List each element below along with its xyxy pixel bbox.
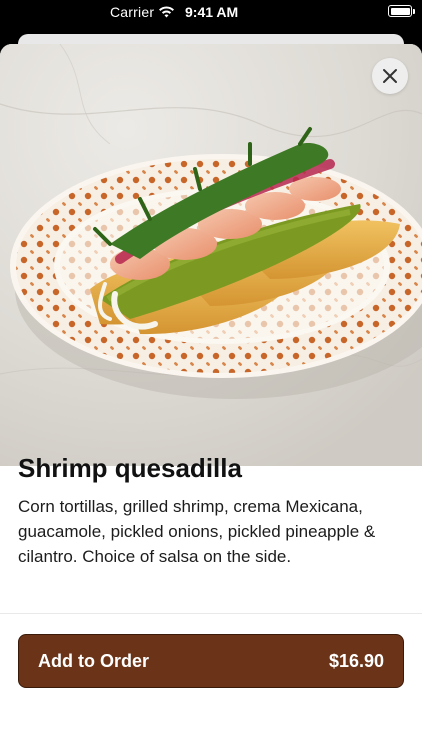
battery-icon xyxy=(388,5,412,17)
item-info: Shrimp quesadilla Corn tortillas, grille… xyxy=(18,452,404,569)
item-description: Corn tortillas, grilled shrimp, crema Me… xyxy=(18,497,376,566)
add-to-order-label: Add to Order xyxy=(38,650,149,671)
add-to-order-button[interactable]: Add to Order $16.90 xyxy=(18,634,404,688)
item-photo xyxy=(0,44,422,466)
item-price: $16.90 xyxy=(328,650,384,671)
wifi-icon xyxy=(159,6,174,18)
item-title: Shrimp quesadilla xyxy=(18,453,242,483)
status-time: 9:41 AM xyxy=(185,4,239,20)
status-bar: Carrier 9:41 AM xyxy=(0,0,422,26)
close-button[interactable] xyxy=(372,58,408,94)
battery-tip xyxy=(413,9,415,14)
close-icon xyxy=(383,69,397,83)
quesadilla-plate-illustration xyxy=(0,44,422,466)
status-carrier: Carrier xyxy=(110,4,155,20)
divider xyxy=(0,613,422,614)
